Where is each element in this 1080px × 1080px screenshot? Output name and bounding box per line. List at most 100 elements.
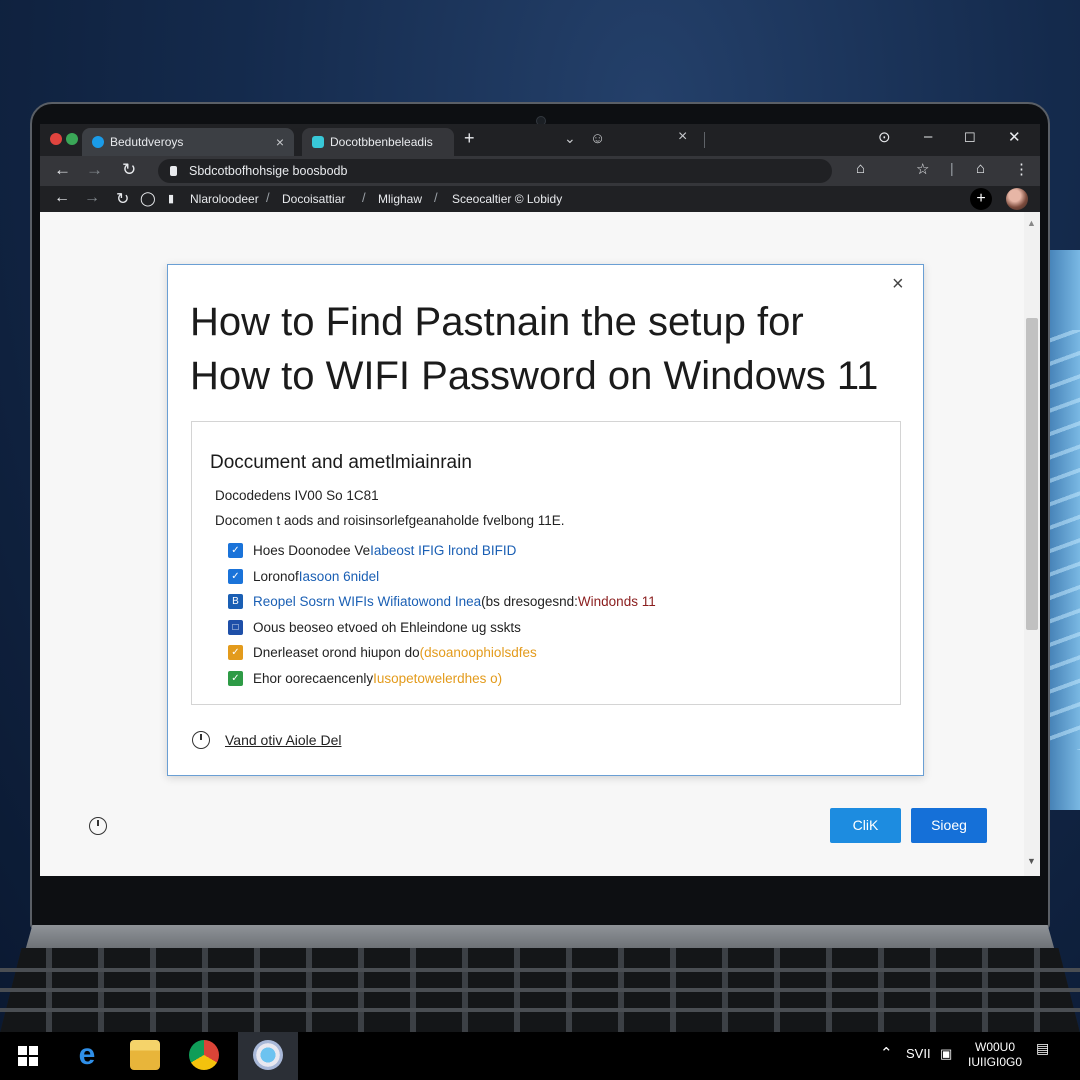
stop-icon[interactable]: ◯	[140, 190, 156, 207]
divider: /	[362, 190, 366, 205]
divider	[704, 132, 705, 148]
scrollbar-thumb[interactable]	[1026, 318, 1038, 630]
item-link[interactable]: Iasoon 6nidel	[299, 569, 379, 584]
list-item[interactable]: ✓ Ehor oorecaencenly Iusopetowelerdhes o…	[228, 666, 656, 692]
clock-date: IUIIGI0G0	[968, 1055, 1023, 1069]
primary-button[interactable]: CliK	[830, 808, 901, 843]
tab-label: Docotbbenbeleadis	[330, 135, 433, 149]
card-heading: Doccument and ametlmiainrain	[210, 452, 472, 473]
window-dots	[50, 133, 78, 145]
footer-link[interactable]: Vand otiv Aiole Del	[225, 732, 341, 748]
forward-icon[interactable]: →	[86, 160, 103, 180]
emoji-icon[interactable]: ☺	[590, 130, 605, 147]
menu-icon[interactable]: ⋮	[1014, 160, 1029, 178]
reload-icon[interactable]: ↻	[122, 160, 136, 180]
item-link[interactable]: Reopel Sosrn WIFIs Wifiatowond Inea	[253, 594, 481, 609]
page-content: ▲ ▼ × How to Find Pastnain the setup for…	[40, 212, 1040, 876]
item-text: Dnerleaset orond hiupon do	[253, 645, 420, 661]
folder-icon: ▮	[168, 193, 175, 205]
list-item[interactable]: ✓ Dnerleaset orond hiupon do (dsoanoophi…	[228, 640, 656, 666]
back-icon[interactable]: ←	[54, 189, 70, 207]
item-text: Oous beoseo etvoed oh Ehleindone ug sskt…	[253, 619, 521, 635]
key-row-gap	[0, 988, 1080, 992]
check-icon[interactable]: ✓	[228, 568, 243, 584]
check-icon[interactable]: ✓	[228, 670, 243, 686]
check-icon[interactable]: B	[228, 594, 243, 610]
bookmarks-bar: ← → ↻ ◯ ▮ Nlaroloodeer / Docoisattiar / …	[40, 186, 1040, 212]
check-icon[interactable]: ✓	[228, 645, 243, 661]
item-text: Hoes Doonodee Ve	[253, 543, 371, 559]
file-explorer-icon[interactable]	[130, 1040, 160, 1070]
home-icon[interactable]: ⌂	[976, 160, 985, 177]
address-text: Sbdcotbofhohsige boosbodb	[189, 164, 348, 178]
scroll-up-icon[interactable]: ▲	[1027, 218, 1036, 228]
tab-strip: Bedutdveroys × Docotbbenbeleadis + ⌄ ☺ ×…	[40, 124, 1040, 156]
dialog-title: How to Find Pastnain the setup for How t…	[190, 295, 900, 403]
dialog: × How to Find Pastnain the setup for How…	[167, 264, 924, 776]
item-text: (bs dresogesnd:	[481, 594, 578, 610]
list-item[interactable]: ✓ Hoes Doonodee Ve Iabeost IFIG lrond BI…	[228, 538, 656, 564]
new-tab-icon[interactable]: +	[464, 128, 475, 149]
check-icon[interactable]: ✓	[228, 543, 243, 559]
profile-icon[interactable]: ⊙	[878, 128, 891, 146]
tab-active[interactable]: Bedutdveroys ×	[82, 128, 294, 156]
chevron-icon[interactable]: ⌄	[564, 130, 576, 147]
browser-app-icon[interactable]	[253, 1040, 283, 1070]
add-icon[interactable]: +	[970, 188, 992, 210]
divider: /	[434, 190, 438, 205]
secondary-button[interactable]: Sioeg	[911, 808, 987, 843]
check-icon[interactable]: □	[228, 619, 243, 635]
chrome-icon[interactable]	[189, 1040, 219, 1070]
network-icon[interactable]: ▣	[940, 1046, 952, 1062]
list-item[interactable]: B Reopel Sosrn WIFIs Wifiatowond Inea (b…	[228, 589, 656, 615]
windows-start-icon[interactable]	[18, 1046, 38, 1066]
list-item[interactable]: □ Oous beoseo etvoed oh Ehleindone ug ss…	[228, 615, 656, 641]
list-item[interactable]: ✓ Loronof Iasoon 6nidel	[228, 564, 656, 590]
card-line: Docodedens IV00 So 1C81	[215, 488, 379, 503]
chevron-up-icon[interactable]: ⌃	[880, 1044, 893, 1062]
bookmark-item[interactable]: Mlighaw	[378, 192, 422, 206]
tray-label[interactable]: SVII	[906, 1046, 931, 1061]
window-close-icon[interactable]: ✕	[1008, 128, 1021, 146]
browser-window: Bedutdveroys × Docotbbenbeleadis + ⌄ ☺ ×…	[40, 124, 1040, 876]
maximize-icon[interactable]: ☐	[964, 130, 976, 146]
tab-close-icon[interactable]: ×	[678, 128, 687, 146]
tab-second[interactable]: Docotbbenbeleadis	[302, 128, 454, 156]
bookmark-item[interactable]: Sceocaltier © Lobidy	[452, 192, 562, 206]
item-highlight: Windonds 11	[577, 594, 656, 610]
avatar[interactable]	[1006, 188, 1028, 210]
maximize-dot[interactable]	[66, 133, 78, 145]
title-line: How to WIFI Password on Windows 11	[190, 354, 879, 398]
tab-favicon-icon	[92, 136, 104, 148]
notification-icon[interactable]: ▤	[1036, 1040, 1049, 1057]
bookmark-star-icon[interactable]: ☆	[916, 160, 929, 178]
close-icon[interactable]: ×	[892, 273, 904, 296]
key-row-gap	[0, 1008, 1080, 1012]
clock-icon[interactable]	[89, 817, 107, 835]
reload-icon[interactable]: ↻	[116, 189, 129, 209]
home-icon[interactable]: ⌂	[856, 160, 865, 177]
bookmark-item[interactable]: Docoisattiar	[282, 192, 345, 206]
close-dot[interactable]	[50, 133, 62, 145]
system-clock[interactable]: W00U0 IUIIGI0G0	[968, 1040, 1022, 1070]
back-icon[interactable]: ←	[54, 160, 71, 180]
forward-icon[interactable]: →	[84, 189, 100, 207]
item-link[interactable]: Iabeost IFIG lrond BIFID	[370, 543, 516, 558]
address-bar[interactable]: Sbdcotbofhohsige boosbodb	[158, 159, 832, 183]
card-line: Docomen t aods and roisinsorlefgeanahold…	[215, 513, 565, 528]
browser-toolbar: ← → ↻ Sbdcotbofhohsige boosbodb ⌂ ☆ | ⌂ …	[40, 156, 1040, 186]
minimize-icon[interactable]: –	[924, 128, 932, 145]
clock-icon	[192, 731, 210, 749]
taskbar: e ⌃ SVII ▣ W00U0 IUIIGI0G0 ▤	[0, 1032, 1080, 1080]
checklist: ✓ Hoes Doonodee Ve Iabeost IFIG lrond BI…	[228, 538, 656, 691]
document-card: Doccument and ametlmiainrain Docodedens …	[191, 421, 901, 705]
item-highlight[interactable]: Iusopetowelerdhes o)	[373, 671, 502, 686]
divider: |	[950, 160, 954, 176]
bookmark-item[interactable]: Nlaroloodeer	[190, 192, 259, 206]
tab-close-icon[interactable]: ×	[276, 134, 284, 150]
divider: /	[266, 190, 270, 205]
item-highlight[interactable]: (dsoanoophiolsdfes	[420, 645, 537, 660]
tab-label: Bedutdveroys	[110, 135, 184, 149]
scroll-down-icon[interactable]: ▼	[1027, 856, 1036, 866]
edge-icon[interactable]: e	[72, 1040, 102, 1070]
